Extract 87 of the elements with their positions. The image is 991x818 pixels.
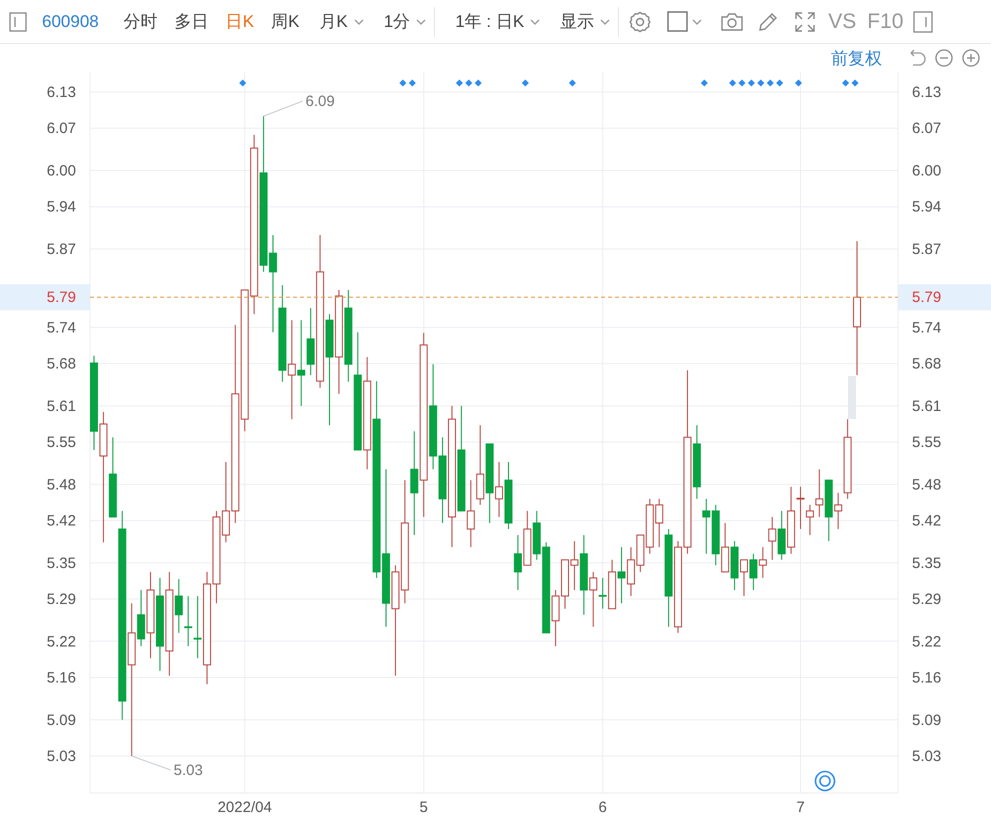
axis-label: 5.29: [912, 591, 942, 608]
axis-label: 5.87: [46, 240, 76, 258]
axis-label: 5.68: [912, 356, 942, 373]
period-dropdown[interactable]: 月K: [319, 10, 364, 33]
diamond-marker-icon[interactable]: [776, 80, 784, 86]
diamond-marker-icon[interactable]: [700, 80, 708, 86]
axis-label: 5.16: [912, 670, 942, 687]
axis-label: 7: [796, 799, 805, 816]
axis-label: 6: [598, 799, 607, 816]
caret-icon: [354, 16, 364, 26]
display-dropdown[interactable]: 显示: [560, 10, 610, 33]
diamond-marker-icon[interactable]: [474, 80, 482, 86]
axis-label: 5.48: [912, 476, 942, 494]
leader-line: [131, 756, 172, 770]
diamond-marker-icon[interactable]: [465, 80, 472, 86]
axis-label: 5.22: [912, 633, 942, 650]
axis-label: 5.94: [912, 198, 942, 216]
diamond-marker-icon[interactable]: [456, 80, 463, 86]
period-dropdown[interactable]: 1分: [384, 10, 426, 33]
panel-icon[interactable]: [9, 12, 27, 32]
price-label: 5.03: [174, 762, 203, 779]
diamond-marker-icon[interactable]: [738, 80, 746, 86]
axis-label: 5.42: [912, 512, 942, 530]
axis-label: 5.03: [46, 748, 76, 765]
settings-icon[interactable]: [629, 10, 652, 32]
axis-label: 5: [420, 799, 428, 816]
panel-icon[interactable]: [913, 10, 934, 32]
diamond-marker-icon[interactable]: [568, 80, 576, 86]
period-tab[interactable]: 分时: [124, 10, 158, 33]
axis-label: 5.42: [46, 512, 76, 530]
axis-label: 5.03: [912, 748, 942, 765]
axis-label: 6.13: [912, 84, 942, 101]
diamond-marker-icon[interactable]: [842, 80, 850, 86]
fullscreen-icon[interactable]: [794, 10, 816, 32]
pencil-icon[interactable]: [757, 10, 780, 32]
square-dropdown[interactable]: [667, 11, 702, 32]
axis-label: 5.16: [46, 670, 76, 687]
axis-label: 5.29: [46, 591, 76, 608]
axis-label: 5.09: [912, 712, 942, 729]
diamond-marker-icon[interactable]: [757, 80, 764, 86]
diamond-marker-icon[interactable]: [399, 80, 406, 86]
stock-code: 600908: [42, 12, 99, 32]
diamond-marker-icon[interactable]: [408, 80, 416, 86]
caret-icon: [530, 16, 540, 26]
axis-label: 6.00: [46, 162, 76, 180]
axis-label: 5.74: [912, 319, 942, 336]
axis-label: 5.09: [46, 712, 76, 729]
current-price-label: 5.79: [912, 289, 942, 306]
period-tab[interactable]: 多日: [174, 10, 209, 33]
axis-label: 5.35: [46, 554, 76, 572]
axis-label: 5.55: [912, 434, 942, 452]
caret-icon: [692, 16, 702, 26]
range-dropdown[interactable]: 1年 : 日K: [455, 10, 540, 33]
current-price-label: 5.79: [46, 289, 76, 306]
zoom-in-icon[interactable]: [961, 48, 981, 68]
axis-label: 5.87: [912, 240, 942, 258]
axis-label: 5.74: [46, 319, 76, 336]
diamond-marker-icon[interactable]: [795, 80, 802, 86]
axis-label: 5.61: [46, 398, 76, 415]
diamond-marker-icon[interactable]: [239, 80, 246, 86]
axis-label: 2022/04: [218, 799, 272, 816]
axis-label: 6.07: [46, 120, 76, 138]
caret-icon: [416, 16, 426, 26]
axis-label: 5.94: [46, 198, 76, 216]
price-label: 6.09: [306, 93, 335, 110]
axis-label: 5.61: [912, 398, 942, 415]
leader-line: [263, 100, 304, 117]
axis-label: 5.22: [46, 633, 76, 650]
square-icon: [667, 11, 688, 32]
axis-label: 5.35: [912, 554, 942, 572]
axis-label: 5.48: [46, 476, 76, 494]
period-tab[interactable]: 周K: [271, 10, 300, 33]
axis-label: 6.07: [912, 120, 942, 138]
axis-label: 5.55: [46, 434, 76, 452]
zoom-out-icon[interactable]: [934, 48, 954, 68]
camera-icon[interactable]: [720, 12, 744, 32]
diamond-marker-icon[interactable]: [766, 80, 774, 86]
diamond-marker-icon[interactable]: [522, 80, 529, 86]
caret-icon: [600, 16, 610, 26]
axis-label: 6.13: [46, 84, 76, 101]
ring-icon[interactable]: [814, 770, 836, 792]
diamond-marker-icon[interactable]: [748, 80, 755, 86]
adjust-link[interactable]: 前复权: [831, 46, 882, 70]
diamond-marker-icon[interactable]: [852, 80, 859, 86]
axis-label: 5.68: [46, 356, 76, 373]
diamond-marker-icon[interactable]: [729, 80, 736, 86]
axis-label: 6.00: [912, 162, 942, 180]
